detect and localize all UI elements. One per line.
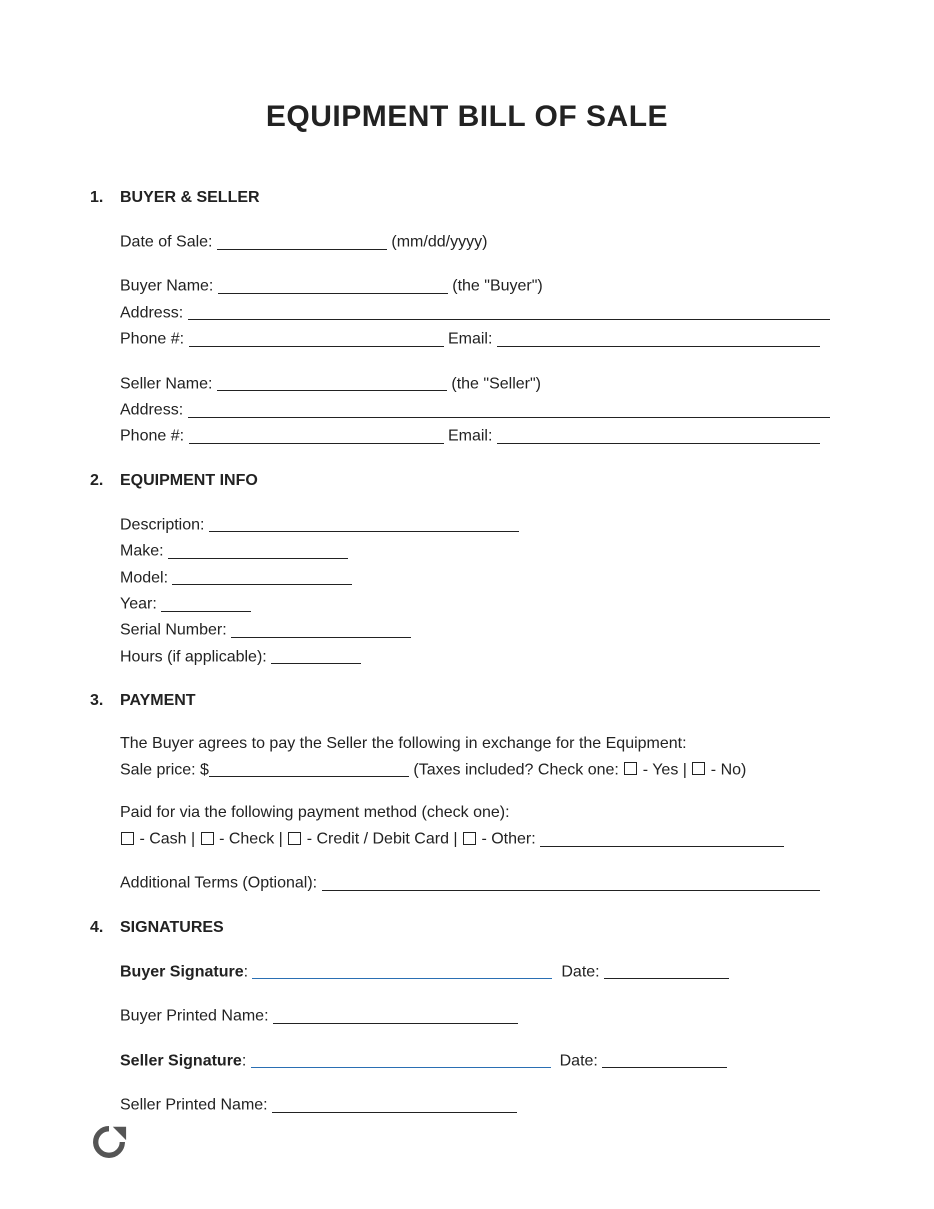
label-buyer-phone: Phone #: [120, 331, 189, 348]
text-payment-intro: The Buyer agrees to pay the Seller the f… [120, 732, 844, 757]
section-heading: EQUIPMENT INFO [120, 472, 844, 490]
section-heading: PAYMENT [120, 692, 844, 710]
checkbox-card[interactable] [288, 832, 301, 845]
input-date-of-sale[interactable] [217, 232, 387, 250]
label-seller-printed: Seller Printed Name: [120, 1097, 272, 1114]
label-seller-sig-date: Date: [560, 1052, 603, 1069]
section-number: 2. [90, 472, 120, 670]
label-description: Description: [120, 516, 209, 533]
input-make[interactable] [168, 541, 348, 559]
label-date-of-sale: Date of Sale: [120, 234, 217, 251]
checkbox-cash[interactable] [121, 832, 134, 845]
label-make: Make: [120, 543, 168, 560]
input-buyer-signature[interactable] [252, 962, 552, 980]
input-seller-name[interactable] [217, 374, 447, 392]
label-card: - Credit / Debit Card | [302, 831, 462, 848]
label-model: Model: [120, 569, 172, 586]
label-hours: Hours (if applicable): [120, 648, 271, 665]
label-buyer-printed: Buyer Printed Name: [120, 1008, 273, 1025]
label-taxes-no: - No) [706, 761, 746, 778]
label-paid-via: Paid for via the following payment metho… [120, 801, 844, 826]
label-seller-tag: (the "Seller") [447, 375, 541, 392]
section-equipment-info: 2. EQUIPMENT INFO Description: Make: Mod… [90, 472, 844, 670]
label-other: - Other: [477, 831, 540, 848]
label-buyer-tag: (the "Buyer") [448, 278, 543, 295]
section-heading: SIGNATURES [120, 919, 844, 937]
input-buyer-email[interactable] [497, 329, 820, 347]
section-number: 1. [90, 189, 120, 450]
label-taxes-yes: - Yes | [638, 761, 691, 778]
section-signatures: 4. SIGNATURES Buyer Signature: Date: Buy… [90, 919, 844, 1119]
label-serial: Serial Number: [120, 622, 231, 639]
label-taxes-question: (Taxes included? Check one: [409, 761, 623, 778]
input-seller-phone[interactable] [189, 426, 444, 444]
input-seller-address[interactable] [188, 400, 830, 418]
label-check: - Check | [215, 831, 288, 848]
input-buyer-name[interactable] [218, 276, 448, 294]
label-buyer-name: Buyer Name: [120, 278, 218, 295]
input-sale-price[interactable] [209, 760, 409, 778]
label-seller-email: Email: [444, 428, 497, 445]
section-number: 4. [90, 919, 120, 1119]
input-model[interactable] [172, 568, 352, 586]
label-buyer-email: Email: [444, 331, 497, 348]
hint-date-format: (mm/dd/yyyy) [387, 234, 487, 251]
input-buyer-printed[interactable] [273, 1006, 518, 1024]
document-title: EQUIPMENT BILL OF SALE [90, 100, 844, 134]
checkbox-other[interactable] [463, 832, 476, 845]
label-buyer-signature: Buyer Signature [120, 963, 244, 980]
input-serial[interactable] [231, 620, 411, 638]
input-description[interactable] [209, 515, 519, 533]
section-payment: 3. PAYMENT The Buyer agrees to pay the S… [90, 692, 844, 897]
label-seller-address: Address: [120, 402, 188, 419]
input-seller-email[interactable] [497, 426, 820, 444]
label-additional-terms: Additional Terms (Optional): [120, 875, 322, 892]
input-seller-printed[interactable] [272, 1095, 517, 1113]
label-seller-phone: Phone #: [120, 428, 189, 445]
label-cash: - Cash | [135, 831, 200, 848]
input-additional-terms[interactable] [322, 873, 820, 891]
label-seller-name: Seller Name: [120, 375, 217, 392]
input-seller-signature[interactable] [251, 1051, 551, 1069]
input-seller-sig-date[interactable] [602, 1051, 727, 1069]
label-buyer-address: Address: [120, 304, 188, 321]
checkbox-taxes-no[interactable] [692, 762, 705, 775]
document-page: EQUIPMENT BILL OF SALE 1. BUYER & SELLER… [0, 0, 934, 1209]
input-hours[interactable] [271, 647, 361, 665]
section-buyer-seller: 1. BUYER & SELLER Date of Sale: (mm/dd/y… [90, 189, 844, 450]
checkbox-check[interactable] [201, 832, 214, 845]
input-buyer-sig-date[interactable] [604, 962, 729, 980]
input-buyer-phone[interactable] [189, 329, 444, 347]
label-buyer-sig-date: Date: [561, 963, 604, 980]
checkbox-taxes-yes[interactable] [624, 762, 637, 775]
input-year[interactable] [161, 594, 251, 612]
refresh-arrow-icon [90, 1123, 128, 1161]
label-seller-signature: Seller Signature [120, 1052, 242, 1069]
label-year: Year: [120, 596, 161, 613]
input-other-method[interactable] [540, 829, 784, 847]
section-heading: BUYER & SELLER [120, 189, 844, 207]
section-number: 3. [90, 692, 120, 897]
label-sale-price: Sale price: $ [120, 761, 209, 778]
input-buyer-address[interactable] [188, 303, 830, 321]
